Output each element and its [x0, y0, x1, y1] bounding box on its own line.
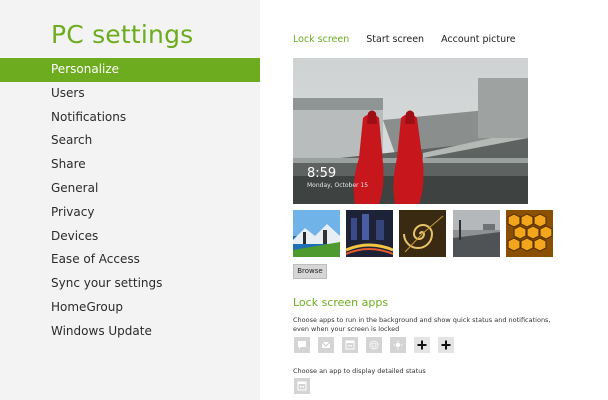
tab-lock-screen[interactable]: Lock screen [293, 34, 349, 45]
settings-nav: Personalize Users Notifications Search S… [0, 58, 260, 344]
weather-icon [393, 340, 403, 350]
nav-item-general[interactable]: General [0, 177, 260, 201]
lock-screen-apps-description: Choose apps to run in the background and… [293, 316, 551, 333]
messaging-app-slot[interactable] [294, 337, 310, 353]
nav-item-notifications[interactable]: Notifications [0, 106, 260, 130]
messaging-icon [298, 341, 306, 349]
nav-item-share[interactable]: Share [0, 153, 260, 177]
nav-item-privacy[interactable]: Privacy [0, 201, 260, 225]
tab-start-screen[interactable]: Start screen [366, 34, 424, 45]
nav-item-users[interactable]: Users [0, 82, 260, 106]
nautilus-shell-thumbnail[interactable] [399, 210, 447, 257]
personalize-tabs: Lock screen Start screen Account picture [293, 34, 533, 45]
nav-item-sync-settings[interactable]: Sync your settings [0, 272, 260, 296]
add-app-slot-2[interactable] [438, 337, 454, 353]
grey-pier-thumbnail[interactable] [452, 210, 500, 257]
add-icon [417, 340, 427, 350]
nav-item-personalize[interactable]: Personalize [0, 58, 260, 82]
page-title: PC settings [51, 20, 194, 49]
calendar-icon [345, 340, 355, 350]
nav-item-devices[interactable]: Devices [0, 225, 260, 249]
add-icon [441, 340, 451, 350]
nav-item-homegroup[interactable]: HomeGroup [0, 296, 260, 320]
city-night-traffic-thumbnail[interactable] [346, 210, 394, 257]
lock-screen-app-slots [294, 337, 462, 353]
lock-screen-apps-title: Lock screen apps [293, 296, 389, 309]
nav-item-ease-of-access[interactable]: Ease of Access [0, 248, 260, 272]
detailed-status-label: Choose an app to display detailed status [293, 367, 426, 375]
tab-account-picture[interactable]: Account picture [441, 34, 516, 45]
nav-item-search[interactable]: Search [0, 129, 260, 153]
lock-screen-preview: 8:59 Monday, October 15 [293, 58, 528, 204]
lock-screen-date: Monday, October 15 [307, 182, 369, 189]
calendar-app-slot[interactable] [342, 337, 358, 353]
seattle-skyline-thumbnail[interactable] [293, 210, 340, 257]
calendar-icon [297, 381, 307, 391]
honeycomb-thumbnail[interactable] [505, 210, 553, 257]
settings-sidebar: PC settings Personalize Users Notificati… [0, 0, 260, 400]
mail-app-slot[interactable] [318, 337, 334, 353]
feed-app-slot[interactable] [366, 337, 382, 353]
lock-screen-thumbnails [293, 210, 559, 257]
feed-icon [369, 340, 379, 350]
lock-screen-time: 8:59 [307, 166, 337, 181]
mail-icon [321, 341, 331, 348]
add-app-slot-1[interactable] [414, 337, 430, 353]
weather-app-slot[interactable] [390, 337, 406, 353]
nav-item-windows-update[interactable]: Windows Update [0, 320, 260, 344]
browse-button[interactable]: Browse [293, 264, 327, 279]
detailed-status-app-slot[interactable] [294, 378, 310, 394]
